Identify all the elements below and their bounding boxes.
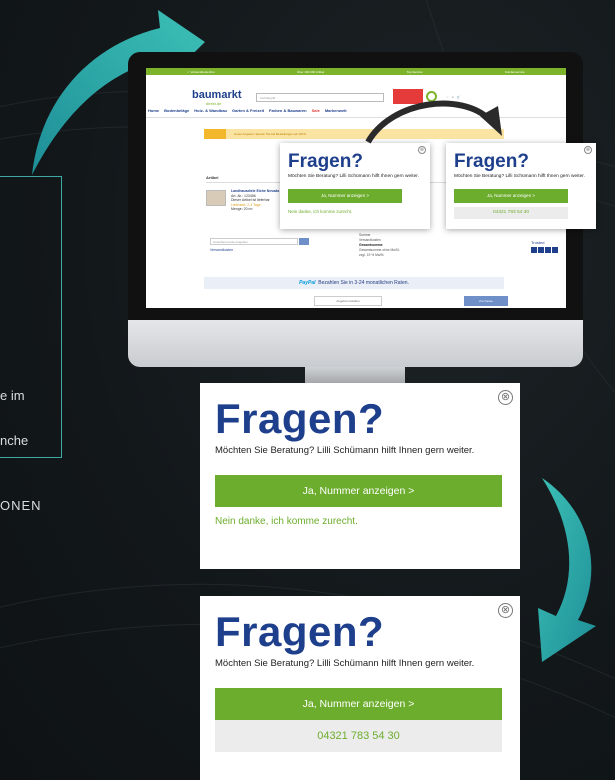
mini-popup-phone: ⊗ Fragen? Möchten Sie Beratung? Lilli Sc… (446, 143, 596, 229)
logo-subtext: direkt.de (206, 101, 222, 106)
trust-label: Trusted (531, 240, 545, 245)
mini-popup-title: Fragen? (288, 151, 363, 172)
nav-item[interactable]: Bodenbeläge (164, 108, 189, 117)
summary-label: zzgl. 19 % MwSt. (359, 253, 385, 257)
trusted-shops-badge[interactable]: Trusted (531, 240, 561, 270)
mini-popup-subtitle: Möchten Sie Beratung? Lilli Schümann hil… (288, 174, 419, 179)
paypal-banner[interactable]: PayPal Bezahlen Sie in 3-24 monatlichen … (204, 277, 504, 289)
product-thumbnail[interactable] (206, 190, 226, 206)
checkout-button[interactable]: Zur Kasse (464, 296, 508, 306)
decline-link[interactable]: Nein danke, ich komme zurecht. (288, 209, 352, 214)
create-offer-button[interactable]: Angebot erstellen (314, 296, 382, 306)
popup-phone-state: ⊗ Fragen? Möchten Sie Beratung? Lilli Sc… (200, 596, 520, 780)
cart-artikel-header: Artikel (206, 175, 219, 180)
info-box (0, 176, 62, 458)
popup-subtitle: Möchten Sie Beratung? Lilli Schümann hil… (215, 445, 475, 456)
info-text-line2: nche (0, 433, 29, 448)
summary-row: zzgl. 19 % MwSt. (359, 253, 505, 258)
popup-decline-state: ⊗ Fragen? Möchten Sie Beratung? Lilli Sc… (200, 383, 520, 569)
coupon-input[interactable]: Gutschein-Code eingeben (210, 238, 298, 245)
topbar-item: ✓ Versandkostenfrei (187, 69, 215, 74)
paypal-logo: PayPal (299, 280, 316, 286)
black-arrow-icon (365, 100, 502, 144)
shipping-link[interactable]: Versandkosten (210, 248, 233, 252)
trust-stars (531, 247, 561, 253)
nav-item[interactable]: Home (148, 108, 159, 117)
teal-arrow-bottom-icon (538, 478, 596, 662)
nav-item-sale[interactable]: Sale (312, 108, 320, 117)
phone-number-display[interactable]: 04321 783 54 30 (215, 720, 502, 752)
mini-popup-subtitle: Möchten Sie Beratung? Lilli Schümann hil… (454, 174, 585, 179)
promo-pill (204, 129, 226, 139)
mini-popup-title: Fragen? (454, 151, 529, 172)
site-logo[interactable]: baumarkt direkt.de (192, 89, 242, 106)
mini-popup-decline: ⊗ Fragen? Möchten Sie Beratung? Lilli Sc… (280, 143, 430, 229)
close-icon[interactable]: ⊗ (498, 603, 513, 618)
decline-link[interactable]: Nein danke, ich komme zurecht. (215, 516, 358, 527)
site-topbar: ✓ Versandkostenfrei Über 100.000 Artikel… (146, 68, 566, 75)
popup-subtitle: Möchten Sie Beratung? Lilli Schümann hil… (215, 658, 475, 669)
paypal-text: Bezahlen Sie in 3-24 monatlichen Raten. (318, 280, 409, 286)
cart-summary: Summe Versandkosten Gesamtsumme Gesamtsu… (359, 233, 505, 258)
show-number-button[interactable]: Ja, Nummer anzeigen > (288, 189, 402, 203)
show-number-button[interactable]: Ja, Nummer anzeigen > (215, 475, 502, 507)
topbar-item: Top-Service (406, 69, 423, 74)
popup-title: Fragen? (215, 608, 385, 655)
nav-item[interactable]: Farben & Bauwaren (269, 108, 307, 117)
show-number-button[interactable]: Ja, Nummer anzeigen > (215, 688, 502, 720)
show-number-button[interactable]: Ja, Nummer anzeigen > (454, 189, 568, 203)
nav-item[interactable]: Markenwelt (325, 108, 347, 117)
coupon-submit-button[interactable] (299, 238, 309, 245)
close-icon[interactable]: ⊗ (584, 146, 592, 154)
nav-item[interactable]: Garten & Freizeit (232, 108, 264, 117)
monitor-chin (128, 320, 583, 367)
topbar-item: Kundenservice (504, 69, 525, 74)
popup-title: Fragen? (215, 395, 385, 442)
nav-item[interactable]: Holz- & Wandbau (194, 108, 227, 117)
close-icon[interactable]: ⊗ (498, 390, 513, 405)
info-caps-text: ONEN (0, 498, 42, 513)
info-text-line1: e im (0, 388, 25, 403)
phone-number-display[interactable]: 04321 783 54 30 (454, 207, 568, 219)
logo-text: baumarkt (192, 89, 242, 101)
topbar-item: Über 100.000 Artikel (297, 69, 325, 74)
